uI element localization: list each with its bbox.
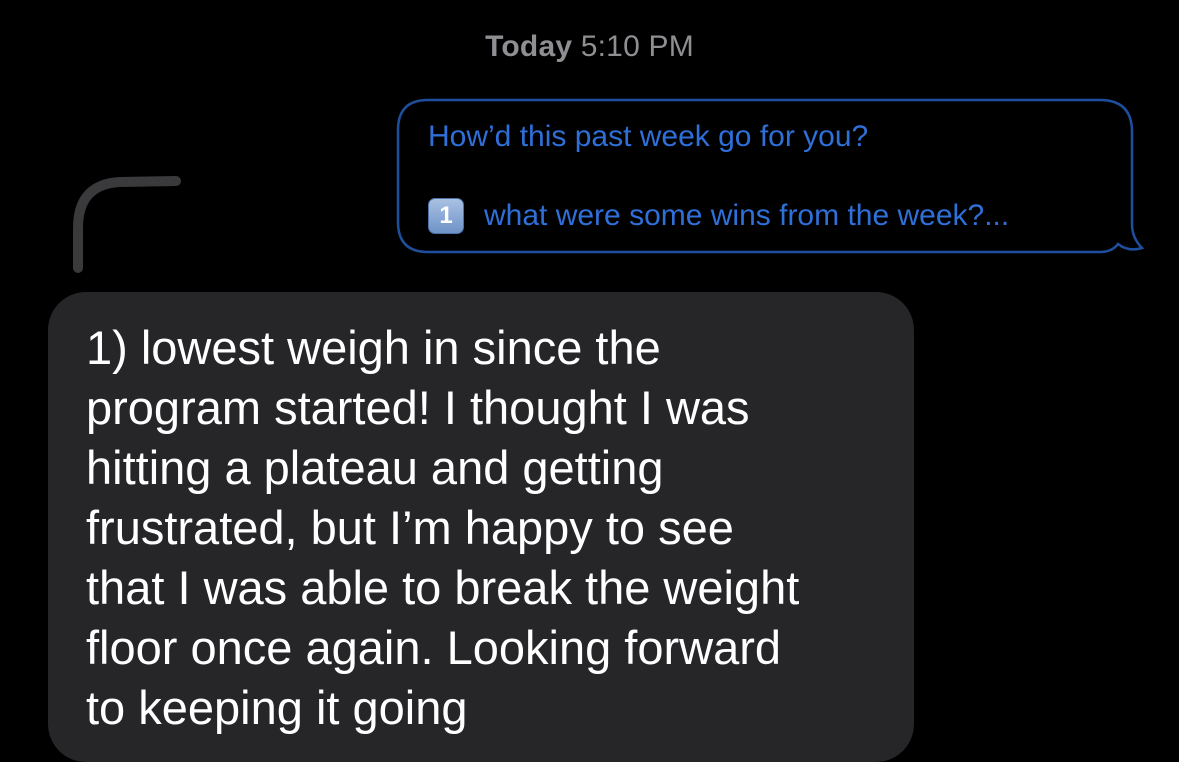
received-message-line: hitting a plateau and getting bbox=[86, 441, 664, 494]
received-message-line: 1) lowest weigh in since the bbox=[86, 321, 661, 374]
received-message-line: that I was able to break the weight bbox=[86, 561, 800, 614]
received-message-line: to keeping it going bbox=[86, 681, 468, 734]
sent-message-line-2: 1 what were some wins from the week?... bbox=[428, 198, 1009, 234]
reply-thread-line-icon bbox=[73, 176, 181, 273]
keycap-one-icon: 1 bbox=[428, 198, 464, 234]
sent-message-question: what were some wins from the week?... bbox=[484, 199, 1010, 232]
timestamp-time: 5:10 PM bbox=[580, 30, 694, 63]
sent-message-bubble[interactable]: How’d this past week go for you? 1 what … bbox=[396, 98, 1145, 254]
received-message-line: floor once again. Looking forward bbox=[86, 621, 781, 674]
conversation-timestamp: Today 5:10 PM bbox=[0, 30, 1179, 64]
timestamp-day: Today bbox=[485, 30, 573, 63]
sent-message-line-1: How’d this past week go for you? bbox=[428, 120, 869, 153]
received-message-bubble[interactable]: 1) lowest weigh in since the program sta… bbox=[48, 292, 914, 762]
received-message-line: program started! I thought I was bbox=[86, 381, 750, 434]
received-message-line: frustrated, but I’m happy to see bbox=[86, 501, 734, 554]
received-message-text: 1) lowest weigh in since the program sta… bbox=[86, 318, 886, 738]
